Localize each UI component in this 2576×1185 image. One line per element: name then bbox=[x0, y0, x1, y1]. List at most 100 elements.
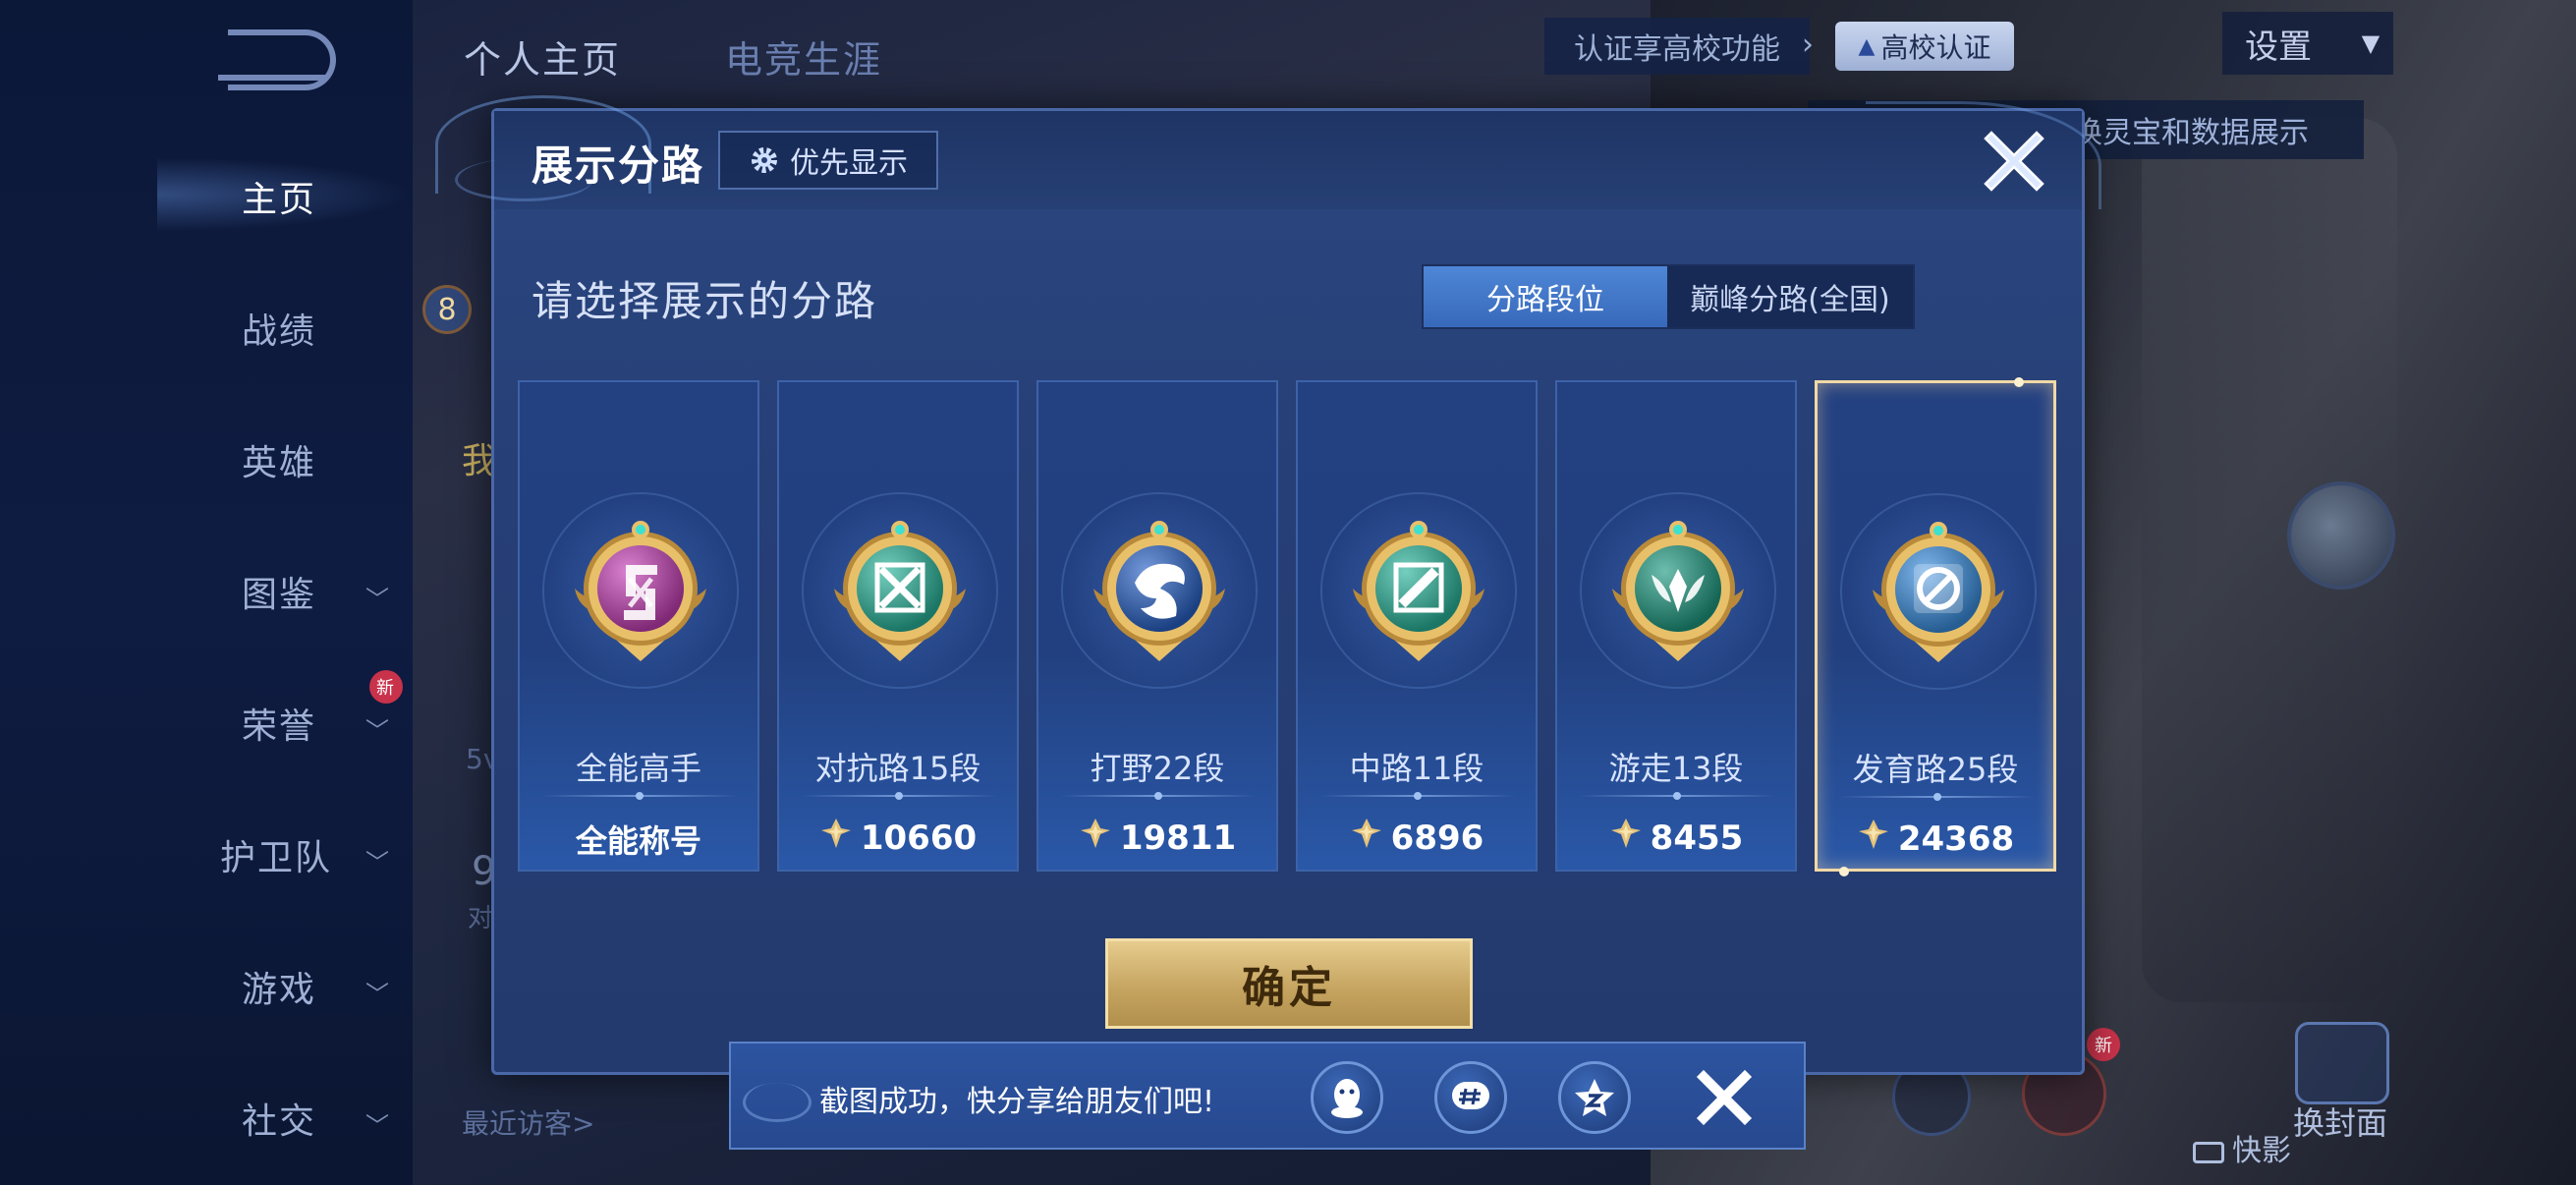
qq-icon[interactable] bbox=[1311, 1061, 1383, 1134]
lane-card-roam[interactable]: 游走13段 8455 bbox=[1555, 380, 1797, 872]
lane-card-clash-lane[interactable]: 对抗路15段 10660 bbox=[777, 380, 1019, 872]
lane-score: 24368 bbox=[1818, 818, 2053, 860]
new-badge: 新 bbox=[369, 670, 403, 704]
power-score-icon bbox=[1609, 817, 1643, 859]
lane-score-value: 8455 bbox=[1650, 818, 1744, 858]
lane-name: 中路11段 bbox=[1349, 750, 1484, 787]
arrow-right-icon: › bbox=[1802, 28, 1814, 62]
sidebar-item-label: 主页 bbox=[242, 180, 317, 220]
power-score-icon bbox=[1857, 818, 1890, 860]
toast-message: 截图成功，快分享给朋友们吧! bbox=[819, 1085, 1215, 1119]
lane-score: 全能称号 bbox=[520, 817, 757, 862]
mountain-icon: ▲ bbox=[1858, 33, 1876, 59]
lane-score: 19811 bbox=[1038, 817, 1276, 859]
priority-display-button[interactable]: 优先显示 bbox=[718, 131, 938, 190]
chevron-down-icon: ﹀ bbox=[365, 849, 391, 876]
divider bbox=[1579, 792, 1775, 800]
sidebar-item-label: 图鉴 bbox=[242, 575, 317, 615]
screenshot-share-toast: 截图成功，快分享给朋友们吧! bbox=[729, 1042, 1806, 1150]
dialog-title: 展示分路 bbox=[532, 141, 705, 190]
sidebar-item-4[interactable]: 荣誉 ﹀ 新 bbox=[196, 670, 413, 753]
dialog-subtitle: 请选择展示的分路 bbox=[532, 277, 878, 325]
quick-video-button[interactable]: 快影 bbox=[2193, 1126, 2291, 1169]
divider bbox=[1060, 792, 1257, 800]
lane-name: 游走13段 bbox=[1608, 750, 1744, 787]
divider bbox=[541, 792, 738, 800]
lane-card-mid-lane[interactable]: 中路11段 6896 bbox=[1296, 380, 1538, 872]
jungle-emblem-icon bbox=[1086, 514, 1233, 671]
chevron-down-icon[interactable]: ▼ bbox=[2348, 12, 2393, 75]
lane-score-value: 全能称号 bbox=[575, 822, 701, 860]
gear-icon bbox=[752, 147, 777, 173]
lane-name: 打野22段 bbox=[1090, 750, 1225, 787]
avatar[interactable] bbox=[2287, 481, 2395, 590]
lane-name: 对抗路15段 bbox=[814, 750, 981, 787]
recent-visitors-link[interactable]: 最近访客> bbox=[462, 1102, 594, 1142]
camera-icon bbox=[2193, 1141, 2224, 1163]
sidebar-item-label: 战绩 bbox=[242, 311, 317, 352]
chevron-down-icon: ﹀ bbox=[365, 1112, 391, 1140]
divider bbox=[1319, 792, 1516, 800]
lane-score-value: 10660 bbox=[860, 818, 978, 858]
lane-display-dialog: 展示分路 优先显示 请选择展示的分路 分路段位 巅峰分路(全国) 全能高手全能称… bbox=[435, 95, 2101, 1075]
power-score-icon bbox=[1079, 817, 1112, 859]
chevron-down-icon: ﹀ bbox=[365, 586, 391, 613]
sidebar-item-0[interactable]: 主页 bbox=[196, 167, 413, 226]
tab-peak-lane[interactable]: 巅峰分路(全国) bbox=[1667, 266, 1913, 327]
lane-score: 10660 bbox=[779, 817, 1017, 859]
all-round-emblem-icon bbox=[567, 514, 714, 671]
sidebar-item-5[interactable]: 护卫队 ﹀ bbox=[196, 825, 413, 884]
sidebar-item-1[interactable]: 战绩 bbox=[196, 299, 413, 358]
tab-lane-rank[interactable]: 分路段位 bbox=[1424, 266, 1667, 327]
back-icon[interactable] bbox=[218, 29, 336, 90]
chevron-down-icon: ﹀ bbox=[365, 717, 391, 745]
close-icon[interactable] bbox=[1980, 127, 2048, 196]
qzone-icon[interactable] bbox=[1558, 1061, 1631, 1134]
divider bbox=[801, 792, 997, 800]
lane-score: 8455 bbox=[1557, 817, 1795, 859]
level-badge: 8 bbox=[422, 285, 472, 334]
lane-card-list: 全能高手 全能称号 对抗路15段 10660 打野22段 19811 中路11段 6896 游走… bbox=[518, 377, 2062, 876]
tab-profile[interactable]: 个人主页 bbox=[464, 29, 621, 84]
divider bbox=[1839, 793, 2036, 801]
sidebar-item-label: 护卫队 bbox=[220, 838, 333, 878]
lane-score-value: 24368 bbox=[1897, 818, 2015, 859]
roam-emblem-icon bbox=[1604, 514, 1752, 671]
lane-mode-switch: 分路段位 巅峰分路(全国) bbox=[1422, 264, 1915, 329]
lane-score-value: 19811 bbox=[1119, 818, 1237, 858]
cover-change-icon[interactable] bbox=[2295, 1022, 2389, 1104]
decor-swirl bbox=[743, 1083, 812, 1122]
lane-name: 发育路25段 bbox=[1852, 751, 2019, 788]
lane-score: 6896 bbox=[1298, 817, 1536, 859]
sidebar-item-label: 游戏 bbox=[242, 970, 317, 1010]
campus-cert-button[interactable]: ▲ 高校认证 bbox=[1835, 22, 2014, 71]
sidebar-item-3[interactable]: 图鉴 ﹀ bbox=[196, 562, 413, 621]
lane-card-farm-lane[interactable]: 发育路25段 24368 bbox=[1815, 377, 2056, 876]
sidebar-item-label: 社交 bbox=[242, 1101, 317, 1142]
wechat-moments-icon[interactable] bbox=[1434, 1061, 1507, 1134]
sidebar-item-2[interactable]: 英雄 bbox=[196, 430, 413, 489]
lane-score-value: 6896 bbox=[1390, 818, 1484, 858]
sidebar-item-6[interactable]: 游戏 ﹀ bbox=[196, 957, 413, 1016]
power-score-icon bbox=[819, 817, 853, 859]
clash-lane-emblem-icon bbox=[826, 514, 974, 671]
lane-name: 全能高手 bbox=[575, 750, 701, 787]
confirm-button[interactable]: 确定 bbox=[1105, 938, 1473, 1029]
chevron-down-icon: ﹀ bbox=[365, 981, 391, 1008]
lane-card-jungle[interactable]: 打野22段 19811 bbox=[1036, 380, 1278, 872]
farm-lane-emblem-icon bbox=[1865, 515, 2012, 672]
sidebar-item-label: 荣誉 bbox=[242, 706, 317, 747]
cert-hint[interactable]: 认证享高校功能 bbox=[1544, 18, 1810, 75]
profile-stat-label-fragment: 对 bbox=[468, 904, 494, 933]
power-score-icon bbox=[1350, 817, 1383, 859]
lane-card-all-round[interactable]: 全能高手 全能称号 bbox=[518, 380, 759, 872]
tab-esports-career[interactable]: 电竞生涯 bbox=[725, 29, 882, 84]
sidebar-item-label: 英雄 bbox=[242, 443, 317, 483]
selection-corner-dot bbox=[2014, 377, 2024, 387]
sidebar-item-7[interactable]: 社交 ﹀ bbox=[196, 1089, 413, 1148]
change-cover-label[interactable]: 换封面 bbox=[2293, 1099, 2387, 1144]
new-badge: 新 bbox=[2087, 1028, 2120, 1061]
close-icon[interactable] bbox=[1690, 1063, 1759, 1132]
mid-lane-emblem-icon bbox=[1345, 514, 1492, 671]
selection-corner-dot bbox=[1839, 867, 1849, 876]
